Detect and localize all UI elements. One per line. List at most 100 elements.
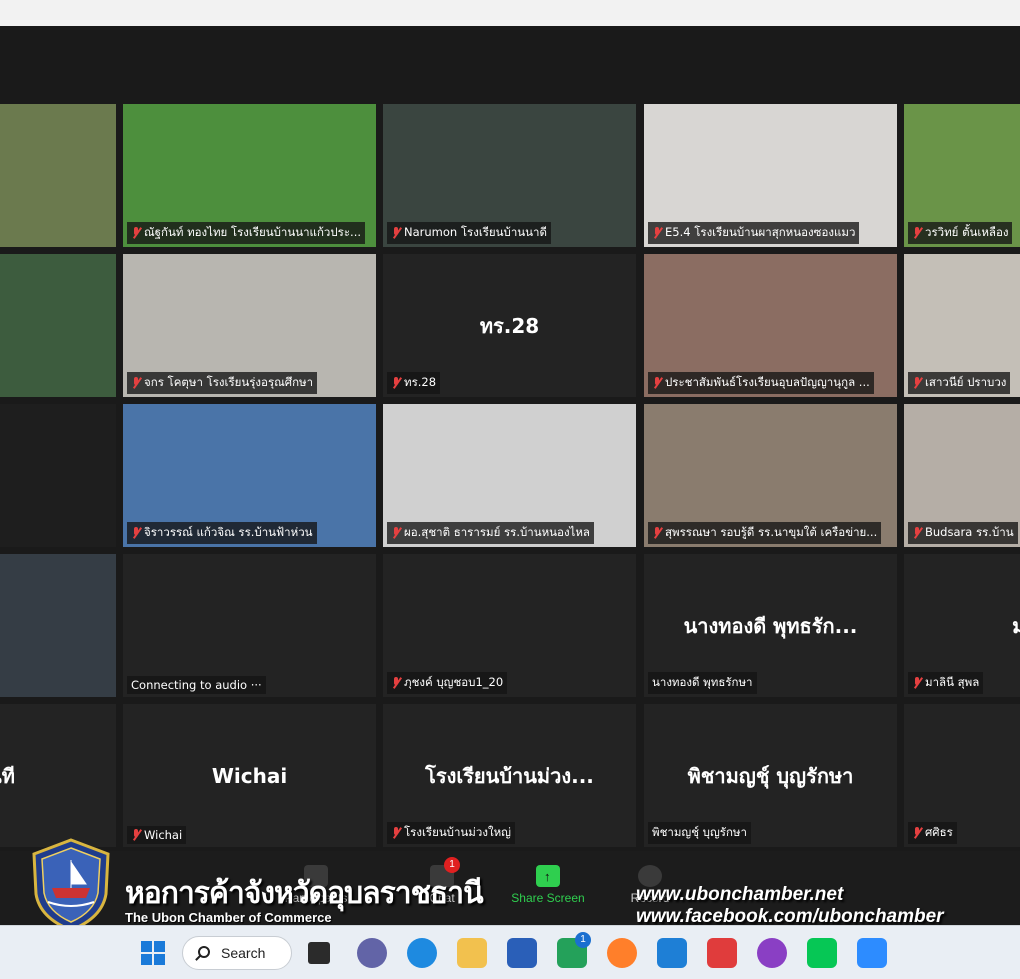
muted-mic-icon (912, 227, 922, 239)
participant-display-name: Wichai (211, 763, 288, 788)
participant-tile[interactable] (0, 104, 116, 247)
teams-icon[interactable] (357, 938, 387, 968)
participant-name-label: ทร.28 (387, 372, 441, 394)
l-app-icon[interactable] (657, 938, 687, 968)
participant-display-name: ศ (904, 760, 1020, 792)
participant-tile[interactable]: วรวิทย์ ตั้นเหลือง (904, 104, 1020, 247)
muted-mic-icon (912, 527, 922, 539)
muted-mic-icon (131, 227, 141, 239)
participant-name-text: นางทองดี พุทธรักษา (652, 675, 753, 689)
chamber-english-name: The Ubon Chamber of Commerce (125, 910, 332, 925)
participant-video (0, 254, 116, 397)
participant-name-label: E5.4 โรงเรียนบ้านผาสุกหนองซองแมว (648, 222, 860, 244)
website-text: www.ubonchamber.net (636, 884, 844, 905)
muted-mic-icon (652, 227, 662, 239)
purple-app-icon[interactable] (757, 938, 787, 968)
participant-tile[interactable]: nel (0, 404, 116, 547)
task-view-icon[interactable] (308, 942, 330, 964)
participant-display-name: มาลิ (1012, 613, 1020, 638)
participant-name-label: ประชาสัมพันธ์โรงเรียนอุบลปัญญานุกูล ... (648, 372, 874, 394)
participant-tile[interactable]: ณัฐกันท์ ทองไทย โรงเรียนบ้านนาแก้วประ... (123, 104, 376, 247)
participant-name-label: Budsara รร.บ้าน (908, 522, 1018, 544)
chamber-logo (32, 838, 110, 932)
participant-tile[interactable]: ผอ.สุชาติ ธารารมย์ รร.บ้านหนองไหล (383, 404, 636, 547)
participant-tile[interactable]: ภุชงค์ บุญชอบ1_20 (383, 554, 636, 697)
participant-name-text: ณัฐกันท์ ทองไทย โรงเรียนบ้านนาแก้วประ... (144, 225, 362, 239)
start-button[interactable] (138, 938, 168, 968)
participant-name-text: เสาวนีย์ ปราบวง (925, 375, 1007, 389)
participant-name-text: Budsara รร.บ้าน (925, 525, 1014, 539)
participant-tile[interactable]: นางทองดี พุทธรัก... นางทองดี พุทธรักษา (644, 554, 897, 697)
participant-video (0, 404, 116, 547)
line-icon[interactable] (807, 938, 837, 968)
participant-name-text: ทร.28 (404, 375, 437, 389)
participant-name-text: Connecting to audio ··· (131, 678, 262, 692)
participant-tile[interactable]: พิชามญชุ์ บุญรักษา พิชามญชุ์ บุญรักษา (644, 704, 897, 847)
participant-display-name: บานที (0, 763, 15, 788)
participant-tile[interactable]: Budsara รร.บ้าน (904, 404, 1020, 547)
participant-tile[interactable]: Narumon โรงเรียนบ้านนาดี (383, 104, 636, 247)
participant-tile[interactable]: สุพรรณษา รอบรู้ดี รร.นาขุมใต้ เครือข่าย.… (644, 404, 897, 547)
participant-name-label: นางทองดี พุทธรักษา (648, 672, 757, 694)
participant-name-text: ภุชงค์ บุญชอบ1_20 (404, 675, 504, 689)
participant-tile[interactable]: ประชาสัมพันธ์โรงเรียนอุบลปัญญานุกูล ... (644, 254, 897, 397)
participant-name-label: เสาวนีย์ ปราบวง (908, 372, 1011, 394)
participant-name-text: สุพรรณษา รอบรู้ดี รร.นาขุมใต้ เครือข่าย.… (665, 525, 878, 539)
muted-mic-icon (391, 377, 401, 389)
muted-mic-icon (391, 527, 401, 539)
file-explorer-icon[interactable] (457, 938, 487, 968)
participant-name-label: มาลินี สุพล (908, 672, 984, 694)
mail-icon[interactable] (507, 938, 537, 968)
participant-video (0, 104, 116, 247)
participant-name-text: จกร โคตุษา โรงเรียนรุ่งอรุณศึกษา (144, 375, 314, 389)
muted-mic-icon (652, 377, 662, 389)
participant-name-label: จิราวรรณ์ แก้วจิณ รร.บ้านฟ้าห่วน (127, 522, 317, 544)
window-top-bar (0, 0, 1020, 26)
participant-name-text: วรวิทย์ ตั้นเหลือง (925, 225, 1009, 239)
participant-display-name: โรงเรียนบ้านม่วง... (425, 763, 594, 788)
participant-video (0, 554, 116, 697)
participant-name-label: ผอ.สุชาติ ธารารมย์ รร.บ้านหนองไหล (387, 522, 594, 544)
participant-tile[interactable]: เสาวนีย์ ปราบวง (904, 254, 1020, 397)
participant-name-text: มาลินี สุพล (925, 675, 980, 689)
participant-tile[interactable]: บานที (0, 704, 116, 847)
participant-name-label: ณัฐกันท์ ทองไทย โรงเรียนบ้านนาแก้วประ... (127, 222, 366, 244)
participant-tile[interactable]: จกร โคตุษา โรงเรียนรุ่งอรุณศึกษา (123, 254, 376, 397)
participant-tile[interactable]: บ้านห่าบ่อ (0, 554, 116, 697)
muted-mic-icon (391, 227, 401, 239)
participant-tile[interactable]: โรงเรียนบ้านม่วง... โรงเรียนบ้านม่วงใหญ่ (383, 704, 636, 847)
participant-tile[interactable]: ศศศิธร (904, 704, 1020, 847)
muted-mic-icon (912, 377, 922, 389)
participant-display-name: ทร.28 (479, 313, 540, 338)
gallery-view: ณัฐกันท์ ทองไทย โรงเรียนบ้านนาแก้วประ...… (0, 26, 1020, 925)
participant-tile[interactable]: E5.4 โรงเรียนบ้านผาสุกหนองซองแมว (644, 104, 897, 247)
participant-tile[interactable] (0, 254, 116, 397)
muted-mic-icon (912, 677, 922, 689)
participant-tile[interactable]: ทร.28 ทร.28 (383, 254, 636, 397)
microsoft-store-icon[interactable]: 1 (557, 932, 591, 968)
participant-name-text: จิราวรรณ์ แก้วจิณ รร.บ้านฟ้าห่วน (144, 525, 313, 539)
zoom-icon[interactable] (857, 938, 887, 968)
participant-name-text: ประชาสัมพันธ์โรงเรียนอุบลปัญญานุกูล ... (665, 375, 870, 389)
firefox-icon[interactable] (607, 938, 637, 968)
participant-display-name: พิชามญชุ์ บุญรักษา (687, 763, 854, 788)
participant-name-label: วรวิทย์ ตั้นเหลือง (908, 222, 1013, 244)
muted-mic-icon (391, 677, 401, 689)
participant-tile[interactable]: มาลิมาลินี สุพล (904, 554, 1020, 697)
wps-office-icon[interactable] (707, 938, 737, 968)
participant-tile[interactable]: Wichai Wichai (123, 704, 376, 847)
search-icon (198, 946, 210, 958)
windows-icon (141, 941, 165, 965)
taskbar-search[interactable]: Search (182, 936, 292, 970)
muted-mic-icon (131, 377, 141, 389)
participant-tile[interactable]: Connecting to audio ··· (123, 554, 376, 697)
participant-name-text: ผอ.สุชาติ ธารารมย์ รร.บ้านหนองไหล (404, 525, 590, 539)
participant-name-label: Connecting to audio ··· (127, 676, 266, 694)
edge-icon[interactable] (407, 938, 437, 968)
participant-tile[interactable]: จิราวรรณ์ แก้วจิณ รร.บ้านฟ้าห่วน (123, 404, 376, 547)
participant-name-label: Narumon โรงเรียนบ้านนาดี (387, 222, 551, 244)
participant-display-name: นางทองดี พุทธรัก... (683, 613, 858, 638)
search-label: Search (221, 945, 266, 961)
participant-name-label: ภุชงค์ บุญชอบ1_20 (387, 672, 508, 694)
store-badge: 1 (575, 932, 591, 948)
